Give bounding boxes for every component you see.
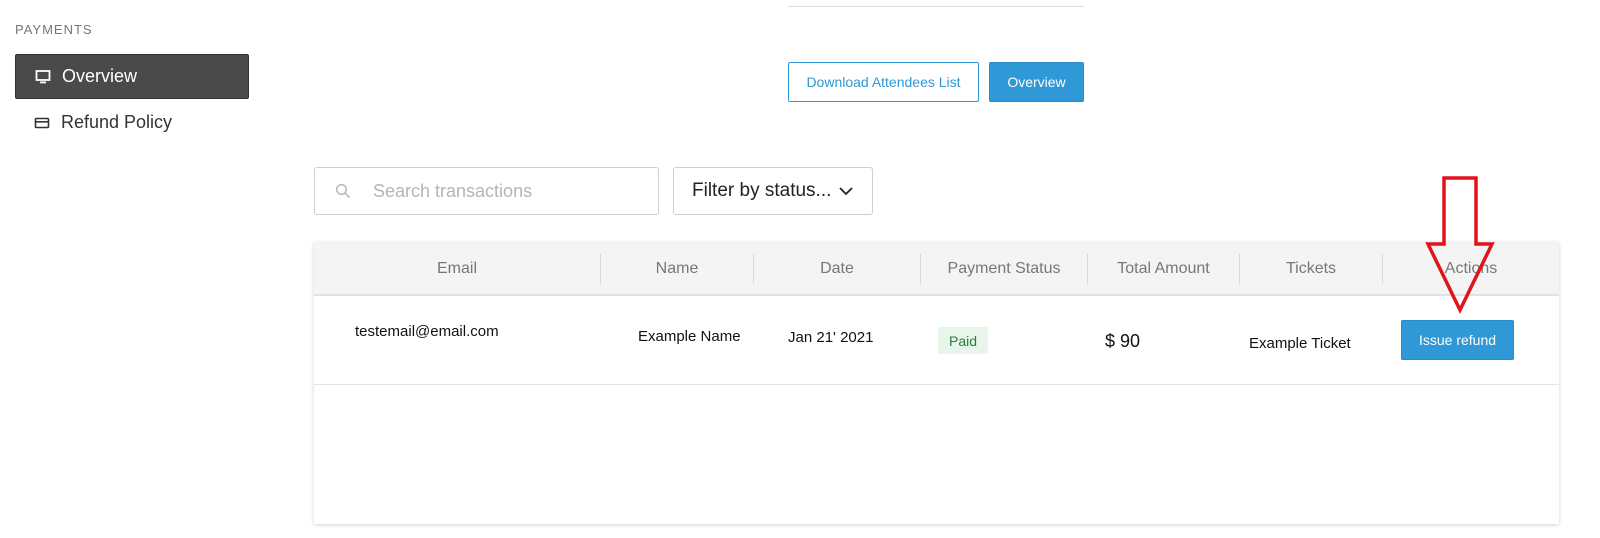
down-arrow-icon (1425, 176, 1495, 315)
column-header-date[interactable]: Date (754, 242, 920, 296)
filter-label: Filter by status... (692, 180, 832, 201)
download-attendees-button[interactable]: Download Attendees List (788, 62, 979, 102)
sidebar-heading: PAYMENTS (15, 22, 93, 37)
credit-card-icon (34, 115, 50, 131)
page: PAYMENTS Overview Refund Policy Download… (0, 0, 1600, 538)
overview-button[interactable]: Overview (989, 62, 1084, 102)
cell-name: Example Name (638, 328, 741, 345)
cell-date: Jan 21' 2021 (788, 329, 874, 346)
column-header-total-amount[interactable]: Total Amount (1088, 242, 1239, 296)
monitor-icon (35, 69, 51, 85)
status-filter-dropdown[interactable]: Filter by status... (673, 167, 873, 215)
divider (788, 6, 1084, 7)
issue-refund-button[interactable]: Issue refund (1401, 320, 1514, 360)
search-input[interactable] (371, 179, 658, 203)
cell-tickets: Example Ticket (1249, 335, 1351, 352)
chevron-down-icon (838, 183, 854, 199)
transactions-table: Email Name Date Payment Status Total Amo… (314, 242, 1559, 524)
sidebar-item-refund-policy[interactable]: Refund Policy (15, 100, 249, 145)
sidebar-item-label: Refund Policy (61, 112, 173, 132)
column-header-name[interactable]: Name (601, 242, 753, 296)
cell-amount: $ 90 (1105, 331, 1141, 351)
status-badge: Paid (938, 327, 989, 354)
column-header-tickets[interactable]: Tickets (1240, 242, 1382, 296)
sidebar-item-label: Overview (62, 66, 138, 86)
cell-email: testemail@email.com (355, 323, 499, 340)
column-header-email[interactable]: Email (314, 242, 600, 296)
sidebar-item-overview[interactable]: Overview (15, 54, 249, 99)
table-header: Email Name Date Payment Status Total Amo… (314, 242, 1559, 296)
search-box[interactable] (314, 167, 659, 215)
table-row: testemail@email.com Example Name Jan 21'… (314, 296, 1559, 385)
column-header-payment-status[interactable]: Payment Status (921, 242, 1087, 296)
search-icon (335, 183, 351, 199)
